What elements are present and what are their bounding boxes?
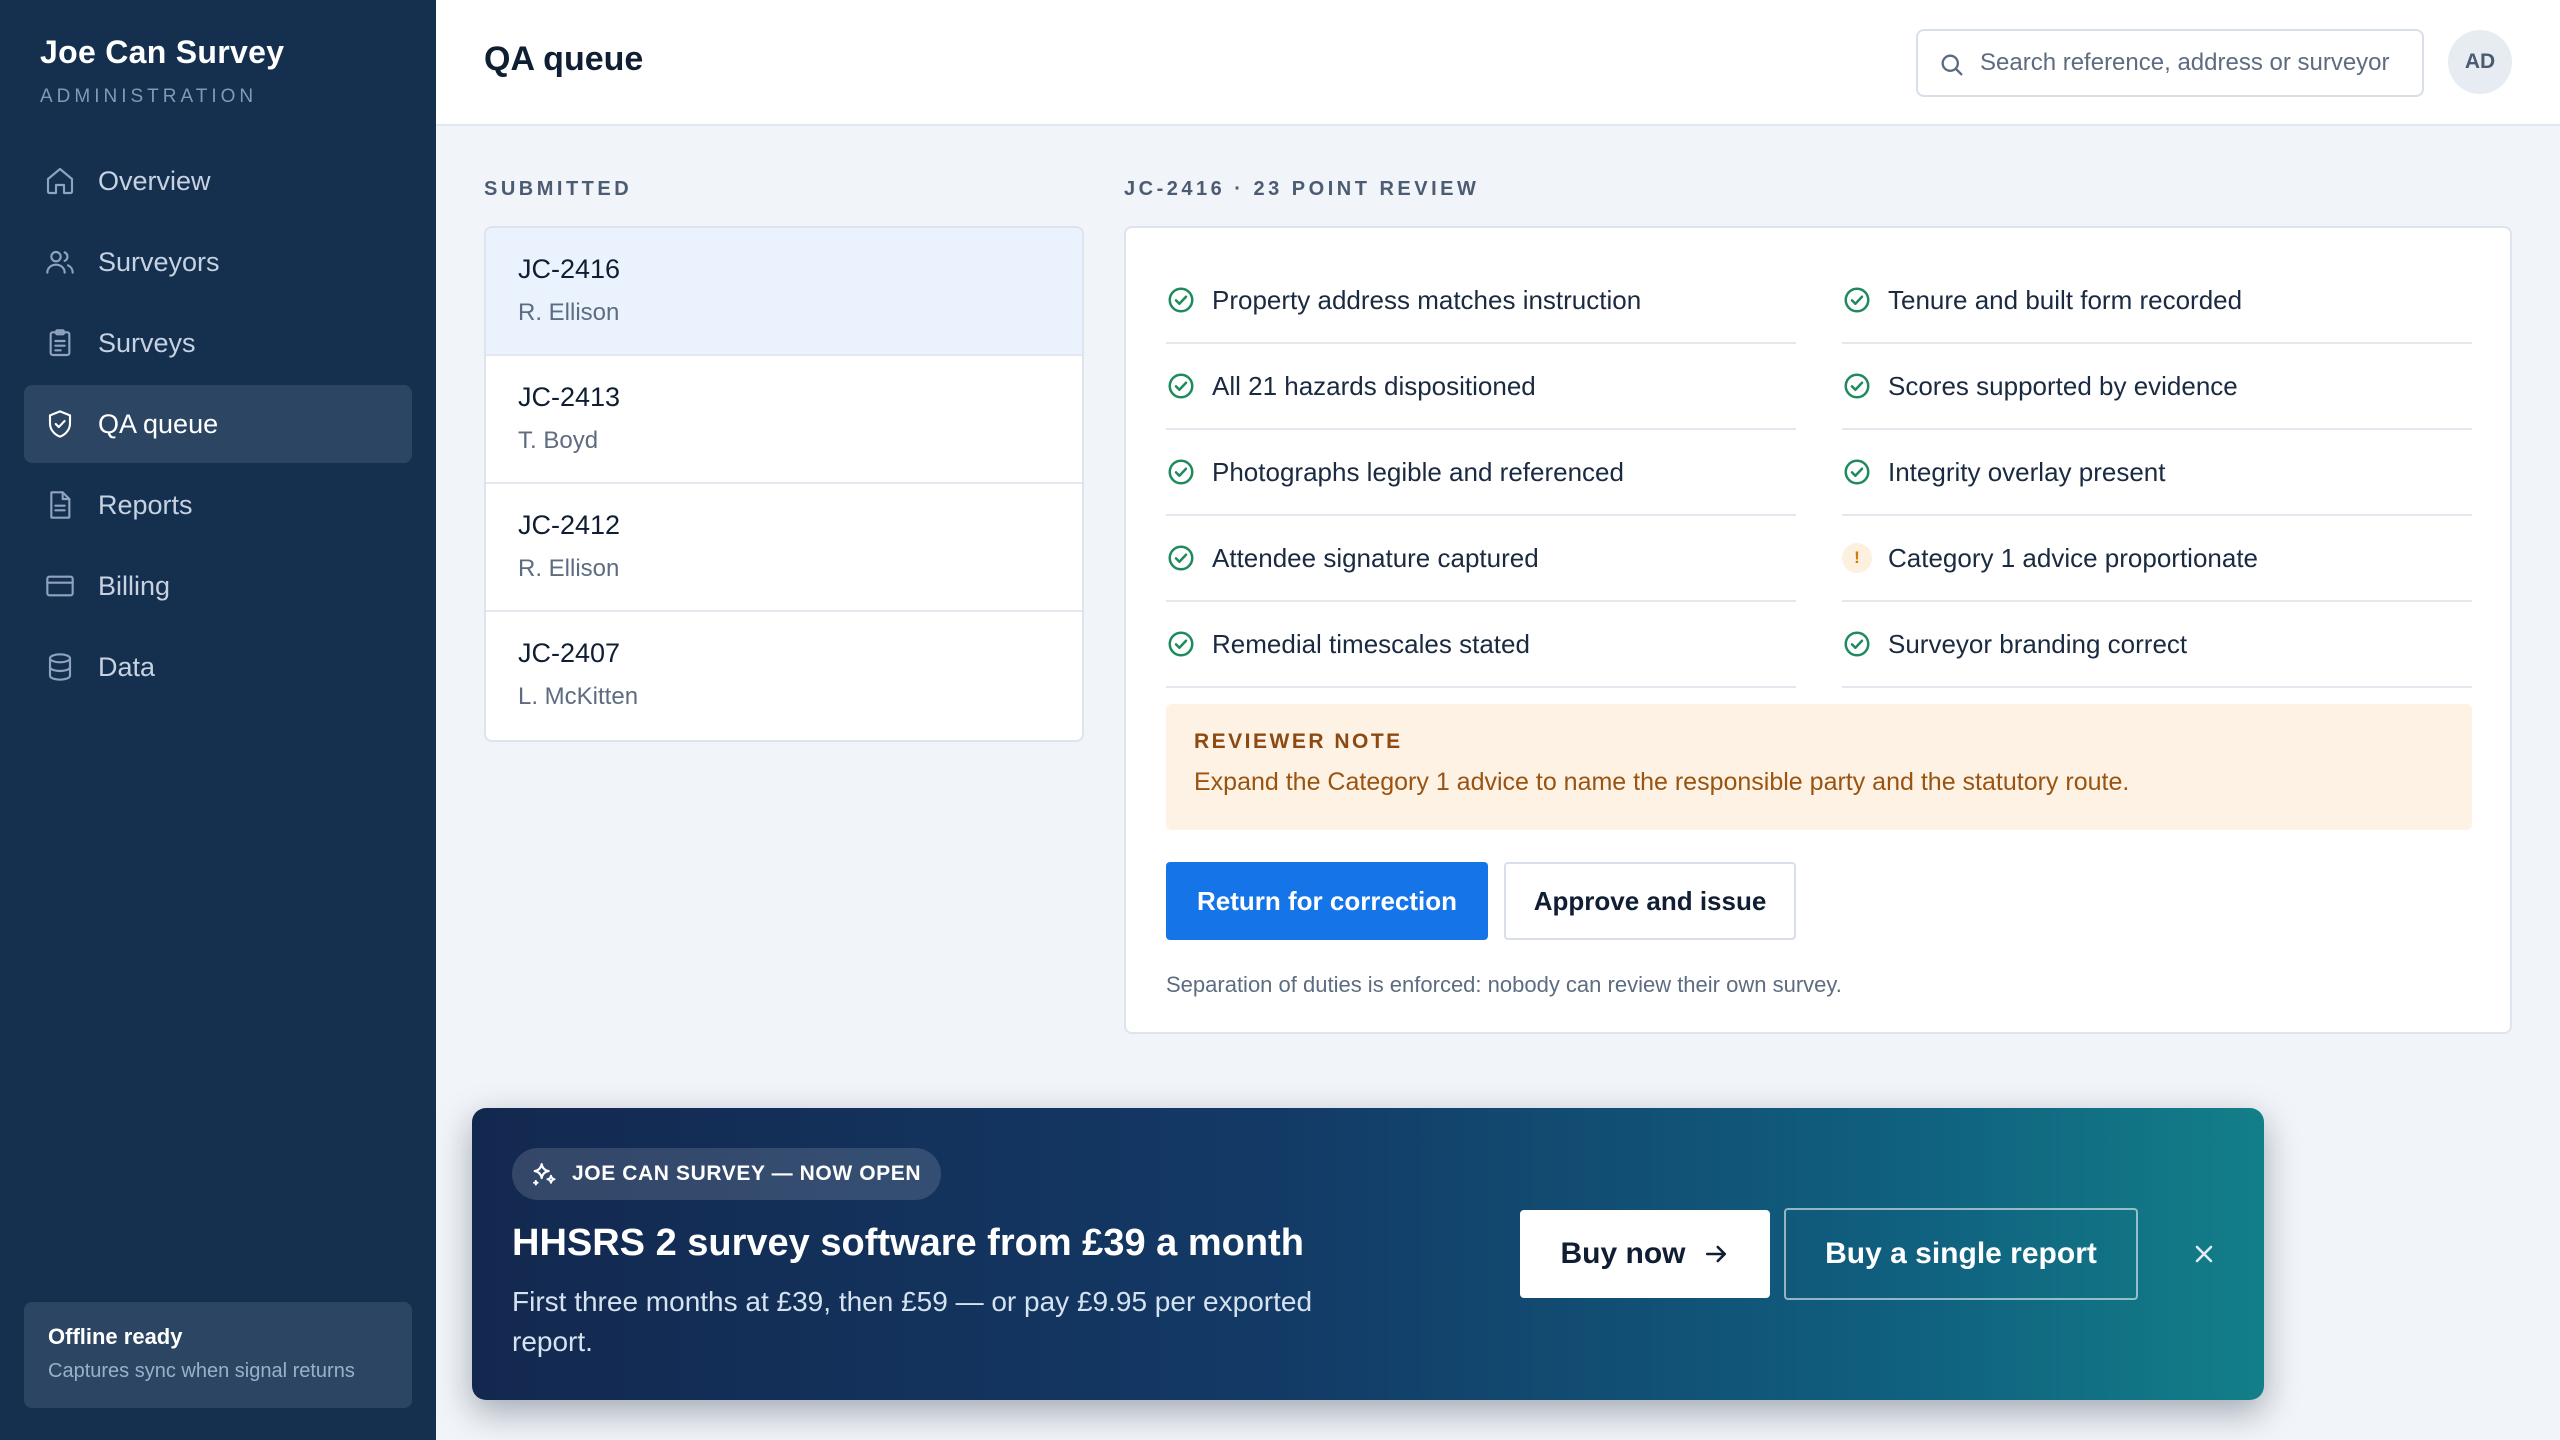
check-circle-icon	[1166, 629, 1196, 659]
top-header: QA queue AD	[436, 0, 2560, 126]
checklist-item: Property address matches instruction	[1166, 258, 1796, 344]
submitted-section-label: SUBMITTED	[484, 178, 633, 200]
checklist-column-right: Tenure and built form recorded Scores su…	[1842, 258, 2472, 688]
checklist-item: Integrity overlay present	[1842, 430, 2472, 516]
survey-reference: JC-2412	[518, 510, 621, 540]
offline-status-card: Offline ready Captures sync when signal …	[24, 1302, 412, 1408]
list-item[interactable]: JC-2416 R. Ellison	[486, 228, 1082, 356]
offline-status-subtitle: Captures sync when signal returns	[48, 1360, 355, 1382]
sidebar-item-label: Reports	[98, 489, 193, 520]
search-input[interactable]	[1980, 31, 2410, 95]
promo-title: HHSRS 2 survey software from £39 a month	[512, 1222, 1304, 1264]
surveyor-name: R. Ellison	[518, 555, 620, 582]
sidebar-item-label: Overview	[98, 165, 211, 196]
credit-card-icon	[44, 570, 76, 602]
checklist-label: Attendee signature captured	[1212, 542, 1539, 573]
surveyor-name: L. McKitten	[518, 683, 639, 710]
check-circle-icon	[1166, 371, 1196, 401]
sidebar-item-surveys[interactable]: Surveys	[24, 304, 412, 382]
surveyor-name: T. Boyd	[518, 427, 599, 454]
avatar[interactable]: AD	[2448, 30, 2512, 94]
review-card: Property address matches instruction All…	[1124, 226, 2512, 1034]
sidebar-item-surveyors[interactable]: Surveyors	[24, 223, 412, 301]
buy-single-report-button[interactable]: Buy a single report	[1784, 1208, 2138, 1300]
database-icon	[44, 651, 76, 683]
checklist-item: Remedial timescales stated	[1166, 602, 1796, 688]
checklist-label: Integrity overlay present	[1888, 456, 2166, 487]
check-circle-icon	[1166, 457, 1196, 487]
check-circle-icon	[1166, 543, 1196, 573]
checklist-item: Tenure and built form recorded	[1842, 258, 2472, 344]
review-section-label: JC-2416 · 23 POINT REVIEW	[1124, 178, 1480, 200]
arrow-right-icon	[1702, 1240, 1730, 1268]
buy-now-button[interactable]: Buy now	[1520, 1210, 1770, 1298]
list-item[interactable]: JC-2407 L. McKitten	[486, 612, 1082, 740]
sidebar-item-data[interactable]: Data	[24, 628, 412, 706]
home-icon	[44, 165, 76, 197]
checklist-label: Remedial timescales stated	[1212, 628, 1530, 659]
sidebar-item-overview[interactable]: Overview	[24, 142, 412, 220]
check-circle-icon	[1842, 457, 1872, 487]
brand-subtitle: ADMINISTRATION	[40, 86, 258, 107]
reviewer-note: REVIEWER NOTE Expand the Category 1 advi…	[1166, 704, 2472, 830]
submitted-list: JC-2416 R. Ellison JC-2413 T. Boyd JC-24…	[484, 226, 1084, 742]
checklist-item: All 21 hazards dispositioned	[1166, 344, 1796, 430]
users-icon	[44, 246, 76, 278]
search-box[interactable]	[1916, 29, 2424, 97]
checklist-column-left: Property address matches instruction All…	[1166, 258, 1796, 688]
return-for-correction-button[interactable]: Return for correction	[1166, 862, 1488, 940]
promo-banner: JOE CAN SURVEY — NOW OPEN HHSRS 2 survey…	[472, 1108, 2264, 1400]
promo-badge-label: JOE CAN SURVEY — NOW OPEN	[572, 1162, 922, 1185]
checklist-item: Photographs legible and referenced	[1166, 430, 1796, 516]
checklist-label: Tenure and built form recorded	[1888, 284, 2243, 315]
checklist-label: Scores supported by evidence	[1888, 370, 2238, 401]
search-icon	[1938, 51, 1966, 79]
checklist-item: Attendee signature captured	[1166, 516, 1796, 602]
sidebar-nav: Overview Surveyors Surveys QA queue Repo…	[24, 142, 412, 709]
sidebar: Joe Can Survey ADMINISTRATION Overview S…	[0, 0, 436, 1440]
checklist-label: Category 1 advice proportionate	[1888, 542, 2259, 573]
checklist-item: ! Category 1 advice proportionate	[1842, 516, 2472, 602]
check-circle-icon	[1166, 285, 1196, 315]
sidebar-item-label: Surveyors	[98, 246, 220, 277]
brand-name: Joe Can Survey	[40, 34, 285, 70]
checklist-label: Property address matches instruction	[1212, 284, 1642, 315]
clipboard-icon	[44, 327, 76, 359]
sidebar-item-qa-queue[interactable]: QA queue	[24, 385, 412, 463]
reviewer-note-title: REVIEWER NOTE	[1194, 730, 1403, 753]
sidebar-item-reports[interactable]: Reports	[24, 466, 412, 544]
sparkle-icon	[530, 1160, 558, 1188]
sidebar-item-billing[interactable]: Billing	[24, 547, 412, 625]
sidebar-item-label: QA queue	[98, 408, 219, 439]
survey-reference: JC-2407	[518, 638, 621, 668]
sidebar-item-label: Billing	[98, 570, 171, 601]
promo-subtitle: First three months at £39, then £59 — or…	[512, 1286, 1313, 1357]
sidebar-item-label: Surveys	[98, 327, 196, 358]
checklist-item: Scores supported by evidence	[1842, 344, 2472, 430]
page-title: QA queue	[484, 40, 644, 78]
warning-icon: !	[1842, 543, 1872, 573]
check-circle-icon	[1842, 629, 1872, 659]
buy-now-label: Buy now	[1560, 1237, 1686, 1270]
promo-badge: JOE CAN SURVEY — NOW OPEN	[512, 1148, 942, 1200]
survey-reference: JC-2413	[518, 382, 621, 412]
survey-reference: JC-2416	[518, 254, 621, 284]
checklist-item: Surveyor branding correct	[1842, 602, 2472, 688]
sidebar-item-label: Data	[98, 651, 156, 682]
separation-of-duties-text: Separation of duties is enforced: nobody…	[1166, 972, 1842, 997]
surveyor-name: R. Ellison	[518, 299, 620, 326]
list-item[interactable]: JC-2412 R. Ellison	[486, 484, 1082, 612]
checklist-label: All 21 hazards dispositioned	[1212, 370, 1536, 401]
checklist-label: Surveyor branding correct	[1888, 628, 2188, 659]
reviewer-note-text: Expand the Category 1 advice to name the…	[1194, 768, 2130, 796]
check-circle-icon	[1842, 371, 1872, 401]
approve-and-issue-button[interactable]: Approve and issue	[1504, 862, 1796, 940]
checklist-label: Photographs legible and referenced	[1212, 456, 1624, 487]
close-icon[interactable]	[2182, 1232, 2226, 1276]
list-item[interactable]: JC-2413 T. Boyd	[486, 356, 1082, 484]
offline-status-title: Offline ready	[48, 1324, 183, 1349]
shield-check-icon	[44, 408, 76, 440]
check-circle-icon	[1842, 285, 1872, 315]
document-icon	[44, 489, 76, 521]
